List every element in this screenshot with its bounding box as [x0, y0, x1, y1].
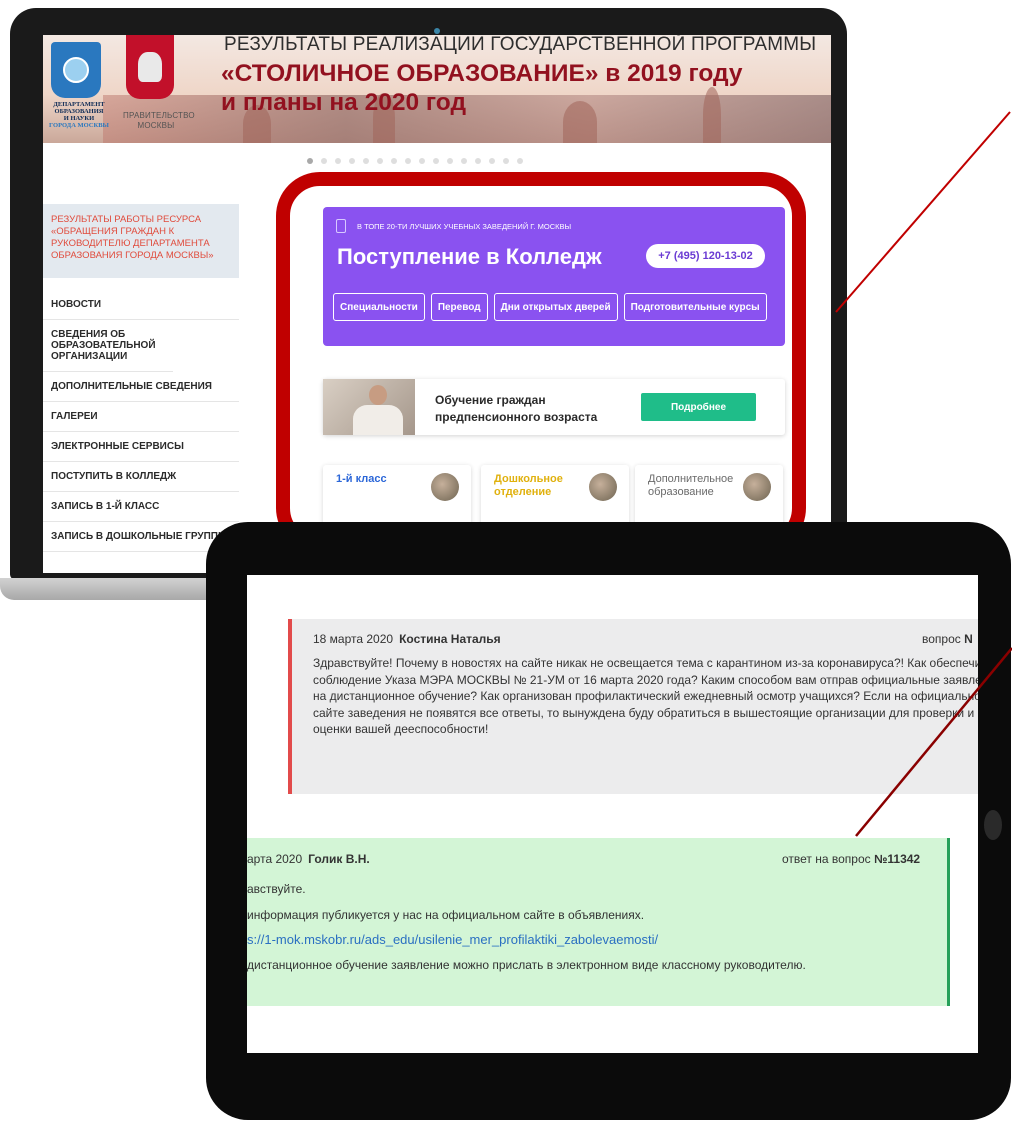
answer-date: арта 2020: [247, 852, 303, 866]
question-meta: 18 марта 2020 Костина Наталья: [313, 632, 501, 646]
banner-title-line2: «СТОЛИЧНОЕ ОБРАЗОВАНИЕ» в 2019 году: [221, 60, 743, 87]
sidebar-item-additional-info[interactable]: ДОПОЛНИТЕЛЬНЫЕ СВЕДЕНИЯ: [43, 372, 239, 402]
question-number: вопрос N: [922, 632, 973, 646]
laptop-screen: ДЕПАРТАМЕНТ ОБРАЗОВАНИЯ И НАУКИ ГОРОДА М…: [43, 35, 831, 573]
sidebar-item-e-services[interactable]: ЭЛЕКТРОННЫЕ СЕРВИСЫ: [43, 432, 239, 462]
slider-dot[interactable]: [447, 158, 453, 164]
dept-logo-text: ДЕПАРТАМЕНТ ОБРАЗОВАНИЯ И НАУКИ ГОРОДА М…: [49, 101, 109, 129]
answer-author: Голик В.Н.: [308, 852, 370, 866]
sidebar-item-news[interactable]: НОВОСТИ: [43, 290, 239, 320]
answer-line1: информация публикуется у нас на официаль…: [247, 908, 645, 922]
laptop-bezel: ДЕПАРТАМЕНТ ОБРАЗОВАНИЯ И НАУКИ ГОРОДА М…: [10, 8, 847, 580]
banner-skyline: [103, 95, 831, 143]
slider-dot[interactable]: [377, 158, 383, 164]
sidebar-item-galleries[interactable]: ГАЛЕРЕИ: [43, 402, 239, 432]
tablet-screen: 18 марта 2020 Костина Наталья вопрос N Зд…: [247, 575, 978, 1053]
sidebar-highlight-link[interactable]: РЕЗУЛЬТАТЫ РАБОТЫ РЕСУРСА «ОБРАЩЕНИЯ ГРА…: [43, 204, 239, 278]
slider-dot[interactable]: [335, 158, 341, 164]
gov-logo-text: ПРАВИТЕЛЬСТВО МОСКВЫ: [123, 111, 195, 130]
mockup-stage: ДЕПАРТАМЕНТ ОБРАЗОВАНИЯ И НАУКИ ГОРОДА М…: [0, 0, 1012, 1124]
sidebar-item-college-admission[interactable]: ПОСТУПИТЬ В КОЛЛЕДЖ: [43, 462, 239, 492]
answer-greeting: авствуйте.: [247, 882, 306, 896]
answer-link[interactable]: s://1-mok.mskobr.ru/ads_edu/usilenie_mer…: [247, 932, 658, 947]
answer-card: арта 2020 Голик В.Н. ответ на вопрос №113…: [247, 838, 950, 1006]
slider-dot[interactable]: [419, 158, 425, 164]
slider-dot[interactable]: [517, 158, 523, 164]
slider-dot[interactable]: [489, 158, 495, 164]
dept-education-emblem-icon: [51, 42, 101, 98]
slider-dot[interactable]: [349, 158, 355, 164]
question-text: Здравствуйте! Почему в новостях на сайте…: [313, 656, 978, 736]
sidebar-item-org-info[interactable]: СВЕДЕНИЯ ОБ ОБРАЗОВАТЕЛЬНОЙ ОРГАНИЗАЦИИ: [43, 320, 173, 372]
question-date: 18 марта 2020: [313, 632, 394, 646]
connector-line-laptop: [835, 111, 1011, 313]
question-card: 18 марта 2020 Костина Наталья вопрос N Зд…: [288, 619, 978, 794]
moscow-government-emblem-icon: [126, 35, 174, 99]
slider-dot[interactable]: [461, 158, 467, 164]
slider-dot[interactable]: [405, 158, 411, 164]
slider-dot[interactable]: [475, 158, 481, 164]
sidebar-menu: НОВОСТИ СВЕДЕНИЯ ОБ ОБРАЗОВАТЕЛЬНОЙ ОРГА…: [43, 290, 239, 552]
answer-number: ответ на вопрос №11342: [782, 852, 921, 866]
tablet-home-button: [984, 810, 1002, 840]
slider-dot[interactable]: [307, 158, 313, 164]
slider-dot[interactable]: [391, 158, 397, 164]
slider-dot[interactable]: [363, 158, 369, 164]
laptop-camera: [434, 28, 440, 34]
slider-dot[interactable]: [321, 158, 327, 164]
header-banner: ДЕПАРТАМЕНТ ОБРАЗОВАНИЯ И НАУКИ ГОРОДА М…: [43, 35, 831, 143]
slider-dots: [307, 158, 523, 164]
question-author: Костина Наталья: [399, 632, 501, 646]
slider-dot[interactable]: [503, 158, 509, 164]
banner-title-line3: и планы на 2020 год: [221, 89, 466, 116]
banner-title-line1: РЕЗУЛЬТАТЫ РЕАЛИЗАЦИИ ГОСУДАРСТВЕННОЙ ПР…: [224, 35, 817, 55]
slider-dot[interactable]: [433, 158, 439, 164]
tablet-bezel: 18 марта 2020 Костина Наталья вопрос N Зд…: [206, 522, 1011, 1120]
sidebar-item-first-grade[interactable]: ЗАПИСЬ В 1-Й КЛАСС: [43, 492, 239, 522]
highlight-frame: [276, 172, 806, 552]
answer-meta: арта 2020 Голик В.Н.: [247, 852, 370, 866]
answer-line2: дистанционное обучение заявление можно п…: [247, 958, 806, 972]
